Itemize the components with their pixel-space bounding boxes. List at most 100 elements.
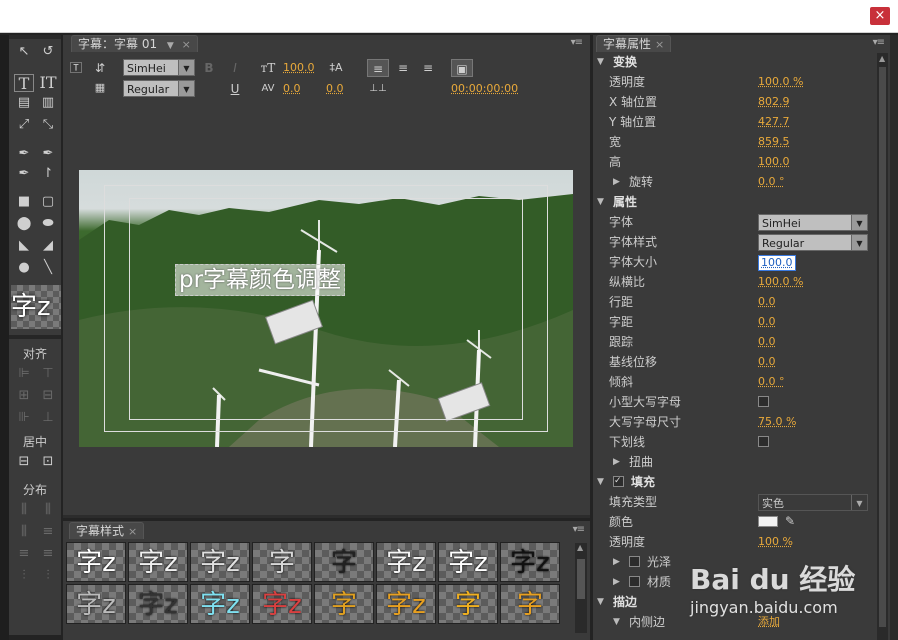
panel-menu-icon[interactable]: ▾≡ — [571, 37, 583, 48]
rounded-corner-tool-icon[interactable]: ⬬ — [38, 215, 58, 233]
expand-down-icon[interactable]: ▼ — [613, 617, 620, 627]
eyedropper-icon[interactable]: ✎ — [785, 514, 795, 528]
distribute-top-icon[interactable]: ≡ — [38, 523, 58, 541]
align-top-icon[interactable]: ⊤ — [38, 365, 58, 383]
center-vertical-icon[interactable]: ⊡ — [38, 453, 58, 471]
style-swatch[interactable]: 字z — [438, 542, 498, 582]
property-dropdown[interactable]: Regular ▼ — [758, 234, 868, 251]
property-dropdown[interactable]: 实色 ▼ — [758, 494, 868, 511]
style-swatch[interactable]: 字z — [376, 584, 436, 624]
selection-tool-icon[interactable]: ↖ — [14, 43, 34, 61]
close-tab-icon[interactable]: × — [128, 525, 137, 538]
tab-title-editor[interactable]: 字幕：字幕 01 ▼ × — [71, 35, 198, 52]
expand-right-icon[interactable]: ▶ — [613, 557, 620, 567]
ellipse-tool-icon[interactable]: ● — [14, 259, 34, 277]
style-swatch[interactable]: 字z — [190, 542, 250, 582]
expand-right-icon[interactable]: ▶ — [613, 457, 620, 467]
arc-tool-icon[interactable]: ◢ — [38, 237, 58, 255]
property-checkbox[interactable] — [629, 556, 640, 567]
property-value[interactable]: 0.0 ° — [758, 172, 785, 192]
clipped-rectangle-tool-icon[interactable]: ⬤ — [14, 215, 34, 233]
property-checkbox[interactable] — [758, 436, 769, 447]
styles-scrollbar[interactable]: ▲ — [575, 543, 587, 633]
expand-right-icon[interactable]: ▶ — [613, 177, 620, 187]
path-type-tool-icon[interactable]: ⤢ — [14, 116, 34, 134]
property-value[interactable]: 802.9 — [758, 92, 790, 112]
close-button[interactable]: × — [870, 7, 890, 25]
leading-value[interactable]: 0.0 — [326, 82, 344, 95]
caption-text-box[interactable]: pr字幕颜色调整 — [175, 264, 346, 296]
style-swatch[interactable]: 字z — [66, 542, 126, 582]
font-style-dropdown[interactable]: Regular ▼ — [123, 80, 195, 97]
style-swatch[interactable]: 字 — [314, 542, 374, 582]
property-value[interactable]: 0.0 — [758, 312, 776, 332]
tab-ruler-icon[interactable]: ⊥⊥ — [367, 80, 389, 98]
align-left-text-icon[interactable]: ≡ — [367, 59, 389, 77]
property-value[interactable]: 427.7 — [758, 112, 790, 132]
font-size-value[interactable]: 100.0 — [283, 61, 315, 74]
style-swatch[interactable]: 字z — [190, 584, 250, 624]
video-canvas[interactable]: pr字幕颜色调整 — [79, 170, 573, 447]
template-icon[interactable]: ▦ — [91, 79, 109, 97]
tab-stops-icon[interactable]: ⇵ — [91, 59, 109, 77]
expand-down-icon[interactable]: ▼ — [597, 597, 604, 607]
align-left-icon[interactable]: ⊫ — [14, 365, 34, 383]
property-checkbox[interactable]: ✓ — [613, 476, 624, 487]
scroll-thumb[interactable] — [577, 559, 585, 599]
distribute-horizontal-even-icon[interactable]: ⫶ — [14, 567, 34, 585]
type-tool-icon[interactable]: T — [14, 74, 34, 93]
panel-menu-icon[interactable]: ▾≡ — [573, 524, 585, 535]
property-dropdown[interactable]: SimHei ▼ — [758, 214, 868, 231]
properties-scrollbar[interactable]: ▲ — [877, 53, 888, 640]
style-swatch[interactable]: 字z — [128, 542, 188, 582]
rotation-tool-icon[interactable]: ↺ — [38, 43, 58, 61]
center-horizontal-icon[interactable]: ⊟ — [14, 453, 34, 471]
scroll-up-arrow-icon[interactable]: ▲ — [879, 54, 885, 63]
line-tool-icon[interactable]: ╲ — [38, 259, 58, 277]
vertical-area-type-tool-icon[interactable]: ▥ — [38, 94, 58, 112]
vertical-type-tool-icon[interactable]: IT — [38, 74, 58, 92]
style-swatch[interactable]: 字z — [128, 584, 188, 624]
style-swatch[interactable]: 字 — [314, 584, 374, 624]
bold-button[interactable]: B — [201, 59, 217, 77]
expand-down-icon[interactable]: ▼ — [597, 477, 604, 487]
distribute-bottom-icon[interactable]: ≡ — [38, 545, 58, 563]
expand-down-icon[interactable]: ▼ — [597, 57, 604, 67]
style-swatch[interactable]: 字z — [252, 584, 312, 624]
property-value[interactable]: 100.0 % — [758, 72, 803, 92]
expand-down-icon[interactable]: ▼ — [597, 197, 604, 207]
distribute-right-icon[interactable]: ⫼ — [14, 523, 34, 541]
style-swatch[interactable]: 字 — [252, 542, 312, 582]
style-swatch[interactable]: 字 — [438, 584, 498, 624]
tab-dropdown-icon[interactable]: ▼ — [167, 41, 174, 51]
rounded-rectangle-tool-icon[interactable]: ▢ — [38, 193, 58, 211]
distribute-hcenter-icon[interactable]: ⫼ — [38, 501, 58, 519]
style-swatch[interactable]: 字 — [500, 584, 560, 624]
rectangle-tool-icon[interactable]: ■ — [14, 193, 34, 211]
expand-right-icon[interactable]: ▶ — [613, 577, 620, 587]
italic-button[interactable]: I — [227, 59, 243, 77]
property-value[interactable]: 100.0 — [758, 152, 790, 172]
property-value[interactable]: 0.0 — [758, 292, 776, 312]
style-swatch[interactable]: 字z — [66, 584, 126, 624]
align-bottom-icon[interactable]: ⊥ — [38, 409, 58, 427]
delete-anchor-tool-icon[interactable]: ✒ — [38, 145, 58, 163]
align-vcenter-icon[interactable]: ⊟ — [38, 387, 58, 405]
distribute-left-icon[interactable]: ⫼ — [14, 501, 34, 519]
close-tab-icon[interactable]: × — [655, 38, 664, 51]
show-video-icon[interactable]: ▣ — [451, 59, 473, 77]
property-value[interactable]: 0.0 ° — [758, 372, 785, 392]
roll-crawl-icon[interactable]: 🅃 — [67, 59, 85, 77]
area-type-tool-icon[interactable]: ▤ — [14, 94, 34, 112]
timecode-value[interactable]: 00:00:00:00 — [451, 82, 518, 95]
wedge-tool-icon[interactable]: ◣ — [14, 237, 34, 255]
tab-title-styles[interactable]: 字幕样式 × — [69, 522, 145, 539]
font-family-dropdown[interactable]: SimHei ▼ — [123, 59, 195, 76]
close-tab-icon[interactable]: × — [182, 38, 191, 51]
property-value[interactable]: 0.0 — [758, 332, 776, 352]
scroll-thumb[interactable] — [879, 67, 886, 627]
property-value[interactable]: 859.5 — [758, 132, 790, 152]
align-center-text-icon[interactable]: ≡ — [392, 59, 414, 77]
property-value[interactable]: 0.0 — [758, 352, 776, 372]
pen-tool-icon[interactable]: ✒ — [14, 145, 34, 163]
